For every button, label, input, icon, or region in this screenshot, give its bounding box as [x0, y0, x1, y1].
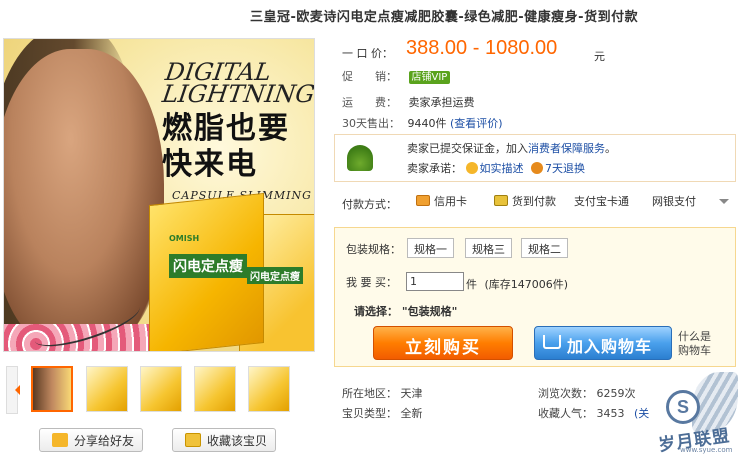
- promise-commit-label: 卖家承诺：: [407, 162, 462, 175]
- sales-label: 30天售出：: [342, 117, 400, 130]
- quantity-input[interactable]: [406, 272, 464, 291]
- return-icon: [531, 162, 543, 174]
- pay-credit-card-label: 信用卡: [434, 195, 467, 208]
- slogan-line2: 快来电: [162, 147, 258, 182]
- site-watermark: S 岁月联盟 www.syue.com: [640, 372, 740, 458]
- what-is-text: 什么是: [678, 330, 711, 343]
- promise-period: 。: [605, 142, 616, 155]
- type-row: 宝贝类型： 全新: [342, 405, 423, 421]
- slogan: 燃脂也要 快来电: [162, 111, 290, 183]
- buy-now-button[interactable]: 立刻购买: [373, 326, 513, 360]
- price-value: 388.00 - 1080.00: [406, 37, 558, 59]
- cart-word-text: 购物车: [678, 344, 711, 357]
- folder-icon: [185, 433, 201, 447]
- thumbnail-3[interactable]: [140, 366, 182, 412]
- hands-icon: [347, 145, 373, 171]
- slogan-line1: 燃脂也要: [162, 111, 290, 146]
- fav-value: 3453: [596, 407, 625, 420]
- collect-label: 收藏该宝贝: [207, 434, 268, 448]
- pay-cod-label: 货到付款: [512, 195, 556, 208]
- thumbnail-strip: [3, 366, 315, 416]
- select-prompt: 请选择： "包装规格": [354, 303, 457, 319]
- thumb-prev-arrow[interactable]: [6, 366, 20, 414]
- type-value: 全新: [400, 407, 423, 420]
- shipping-value: 卖家承担运费: [408, 96, 475, 109]
- promise-text: 卖家已提交保证金，加入: [407, 142, 528, 155]
- thumbnail-5[interactable]: [248, 366, 290, 412]
- view-reviews-link[interactable]: (查看评价): [450, 117, 503, 130]
- promo-row: 促 销： 店铺VIP: [342, 68, 451, 84]
- product-main-image[interactable]: DIGITAL LIGHTNING 燃脂也要 快来电 CAPSULE SLIMM…: [3, 38, 315, 352]
- price-label: 一 口 价：: [342, 47, 393, 60]
- item-title: 三皇冠-欧麦诗闪电定点瘦减肥胶囊-绿色减肥-健康瘦身-货到付款: [250, 10, 639, 25]
- vip-badge[interactable]: 店铺VIP: [408, 71, 451, 84]
- promise-box: 卖家已提交保证金，加入消费者保障服务。 卖家承诺： 如实描述 7天退换: [334, 134, 736, 182]
- sales-row: 30天售出： 9440件 (查看评价): [342, 115, 503, 131]
- brand-english: DIGITAL LIGHTNING: [160, 58, 315, 108]
- location-value: 天津: [400, 387, 423, 400]
- watermark-url: www.syue.com: [680, 446, 733, 454]
- box-brand: OMISH: [169, 234, 200, 243]
- watermark-logo-icon: S: [666, 390, 700, 424]
- thumbnail-2[interactable]: [86, 366, 128, 412]
- what-is-cart-link[interactable]: 什么是 购物车: [678, 330, 738, 358]
- credit-card-icon: [416, 195, 430, 206]
- consumer-protection-link[interactable]: 消费者保障服务: [528, 142, 605, 155]
- shipping-row: 运 费： 卖家承担运费: [342, 94, 475, 110]
- promise-line1: 卖家已提交保证金，加入消费者保障服务。: [407, 140, 616, 156]
- cart-icon: [543, 335, 561, 349]
- share-button[interactable]: 分享给好友: [39, 428, 144, 452]
- select-prompt-value: "包装规格": [401, 305, 458, 318]
- add-to-cart-button[interactable]: 加入购物车: [534, 326, 672, 360]
- select-prompt-label: 请选择：: [354, 305, 398, 318]
- type-label: 宝贝类型：: [342, 407, 397, 420]
- box-label: 闪电定点瘦: [169, 254, 247, 278]
- qty-unit: 件: [466, 278, 477, 291]
- promo-label: 促 销：: [342, 70, 397, 83]
- thumbnail-1[interactable]: [31, 366, 73, 412]
- cod-icon: [494, 195, 508, 206]
- share-label: 分享给好友: [74, 434, 135, 448]
- pay-credit-card[interactable]: 信用卡: [416, 193, 467, 209]
- payment-label: 付款方式：: [342, 198, 397, 211]
- spec-option-1[interactable]: 规格一: [407, 238, 454, 258]
- describe-icon: [465, 162, 478, 174]
- pay-cod[interactable]: 货到付款: [494, 193, 556, 209]
- location-row: 所在地区： 天津: [342, 385, 423, 401]
- qty-stock: 件 (库存147006件): [466, 276, 568, 292]
- payment-more-arrow-icon[interactable]: [719, 199, 729, 209]
- sales-count: 9440件: [407, 117, 447, 130]
- thumbnail-4[interactable]: [194, 366, 236, 412]
- qty-label: 我 要 买：: [346, 276, 397, 289]
- collect-button[interactable]: 收藏该宝贝: [172, 428, 277, 452]
- model-face: [4, 49, 164, 349]
- stock-count: (库存147006件): [484, 278, 569, 291]
- pay-alipay-card-label: 支付宝卡通: [574, 195, 629, 208]
- shipping-label: 运 费：: [342, 96, 397, 109]
- promise-line2: 卖家承诺： 如实描述 7天退换: [407, 160, 585, 176]
- pay-netbank-label: 网银支付: [652, 195, 696, 208]
- spec-option-3[interactable]: 规格二: [521, 238, 568, 258]
- price-unit: 元: [594, 50, 605, 63]
- views-value: 6259次: [596, 387, 636, 400]
- box-label-small: 闪电定点瘦: [247, 267, 303, 284]
- seven-day-return-link[interactable]: 7天退换: [545, 162, 585, 175]
- views-label: 浏览次数：: [538, 387, 593, 400]
- add-to-cart-label: 加入购物车: [567, 337, 653, 356]
- location-label: 所在地区：: [342, 387, 397, 400]
- spec-option-2[interactable]: 规格三: [465, 238, 512, 258]
- fav-label: 收藏人气：: [538, 407, 593, 420]
- spec-label: 包装规格：: [346, 243, 401, 256]
- pay-alipay-card[interactable]: 支付宝卡通: [574, 193, 629, 209]
- fav-row: 收藏人气： 3453 (关: [538, 405, 649, 421]
- as-described-link[interactable]: 如实描述: [480, 162, 524, 175]
- views-row: 浏览次数： 6259次: [538, 385, 636, 401]
- share-icon: [52, 433, 68, 447]
- pay-netbank[interactable]: 网银支付: [652, 193, 696, 209]
